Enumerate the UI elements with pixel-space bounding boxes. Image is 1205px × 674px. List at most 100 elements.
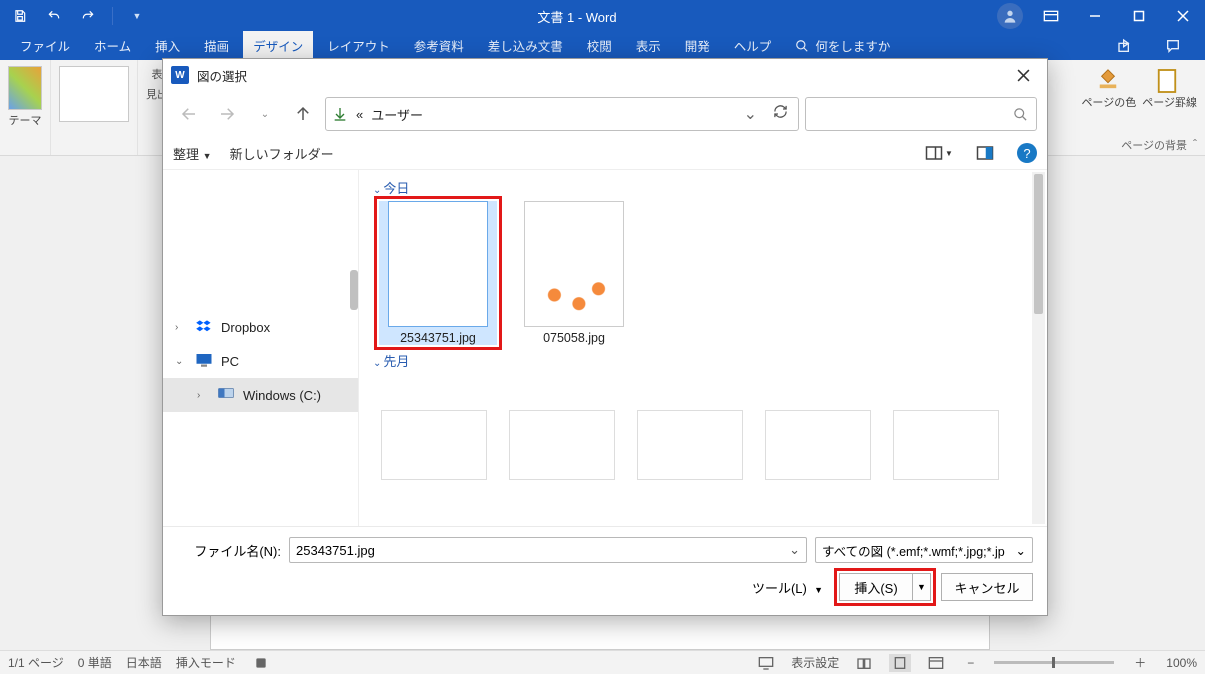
themes-button[interactable]: テーマ [8,66,42,128]
file-tile[interactable] [507,410,617,480]
breadcrumb-prefix: « [356,107,363,122]
file-thumb [509,410,615,480]
file-name: 075058.jpg [543,331,605,345]
style-set-gallery[interactable] [59,66,129,122]
read-mode-icon[interactable] [853,654,875,672]
share-icon[interactable] [1103,32,1147,60]
close-icon[interactable] [1161,0,1205,32]
collapse-ribbon-icon[interactable]: ˆ [1193,137,1197,151]
tab-developer[interactable]: 開発 [675,31,720,60]
status-mode[interactable]: 挿入モード [176,654,236,671]
tab-file[interactable]: ファイル [10,31,80,60]
file-type-filter[interactable]: すべての図 (*.emf;*.wmf;*.jpg;*.jp ⌄ [815,537,1033,563]
view-mode-icon[interactable]: ▼ [925,141,953,165]
file-tile-25343751[interactable]: 25343751.jpg [379,201,497,345]
display-settings-label[interactable]: 表示設定 [791,654,839,671]
organize-menu[interactable]: 整理 ▼ [173,144,212,163]
tree-scrollbar[interactable] [350,270,358,310]
zoom-slider[interactable] [994,661,1114,664]
page-color-button[interactable]: ページの色 [1081,68,1136,110]
dialog-title: 図の選択 [197,66,247,85]
file-tile-075058[interactable]: 075058.jpg [515,201,633,345]
tab-help[interactable]: ヘルプ [724,31,782,60]
save-icon[interactable] [6,2,34,30]
forward-icon[interactable] [211,98,243,130]
tree-label-pc: PC [221,354,239,369]
filename-label: ファイル名(N): [177,541,281,560]
file-name: 25343751.jpg [400,331,476,345]
new-folder-button[interactable]: 新しいフォルダー [230,144,334,163]
tab-review[interactable]: 校閲 [577,31,622,60]
back-icon[interactable] [173,98,205,130]
maximize-icon[interactable] [1117,0,1161,32]
tree-item-dropbox[interactable]: › Dropbox [163,310,358,344]
file-tile[interactable] [379,410,489,480]
address-bar[interactable]: « ユーザー ⌄ [325,97,799,131]
themes-label: テーマ [9,112,42,128]
minimize-icon[interactable] [1073,0,1117,32]
cancel-button[interactable]: キャンセル [941,573,1033,601]
tab-insert[interactable]: 挿入 [145,31,190,60]
tab-design[interactable]: デザイン [243,31,313,60]
tell-me-placeholder: 何をしますか [815,36,890,55]
tab-home[interactable]: ホーム [84,31,141,60]
tab-layout[interactable]: レイアウト [317,31,400,60]
tree-item-windows-c[interactable]: › Windows (C:) [163,378,358,412]
address-dropdown-icon[interactable]: ⌄ [740,104,761,124]
ribbon-group-caption: ページの背景 [1121,137,1187,153]
account-avatar[interactable] [997,3,1023,29]
tree-label-dropbox: Dropbox [221,320,270,335]
search-input[interactable] [805,97,1037,131]
file-tile[interactable] [763,410,873,480]
help-icon[interactable]: ? [1017,143,1037,163]
tab-view[interactable]: 表示 [626,31,671,60]
tree-label-drive: Windows (C:) [243,388,321,403]
page-borders-button[interactable]: ページ罫線 [1142,68,1197,110]
zoom-out-icon[interactable]: − [961,656,980,670]
macro-record-icon[interactable] [250,654,272,672]
status-words[interactable]: 0 単語 [78,654,112,671]
file-tile[interactable] [635,410,745,480]
search-icon [1013,107,1028,122]
file-tile[interactable] [891,410,1001,480]
display-settings-icon[interactable] [755,654,777,672]
file-list: ⌄今日 25343751.jpg 075058.jpg ⌄先月 [359,170,1047,526]
status-lang[interactable]: 日本語 [126,654,162,671]
qat-customize-icon[interactable]: ▼ [123,2,151,30]
word-app-icon: W [171,66,189,84]
web-layout-icon[interactable] [925,654,947,672]
up-icon[interactable] [287,98,319,130]
insert-picture-dialog: W 図の選択 ⌄ « ユーザー ⌄ 整 [162,58,1048,616]
breadcrumb-folder[interactable]: ユーザー [371,105,423,124]
word-titlebar: ▼ 文書 1 - Word [0,0,1205,32]
insert-button[interactable]: 挿入(S) ▼ [839,573,931,601]
zoom-in-icon[interactable]: ＋ [1128,654,1152,671]
dialog-close-icon[interactable] [1003,61,1043,89]
section-last-month[interactable]: ⌄先月 [373,351,1043,370]
insert-button-dropdown-icon[interactable]: ▼ [912,574,930,600]
dialog-nav: ⌄ « ユーザー ⌄ [163,91,1047,137]
status-bar: 1/1 ページ 0 単語 日本語 挿入モード 表示設定 − ＋ 100% [0,650,1205,674]
tree-item-pc[interactable]: ⌄ PC [163,344,358,378]
refresh-icon[interactable] [769,104,792,124]
zoom-value[interactable]: 100% [1166,656,1197,670]
status-page[interactable]: 1/1 ページ [8,654,64,671]
ribbon-display-options-icon[interactable] [1029,0,1073,32]
filename-field[interactable]: 25343751.jpg ⌄ [289,537,807,563]
ribbon-tabs: ファイル ホーム 挿入 描画 デザイン レイアウト 参考資料 差し込み文書 校閲… [0,32,1205,60]
filter-dropdown-icon[interactable]: ⌄ [1016,543,1026,558]
redo-icon[interactable] [74,2,102,30]
recent-locations-icon[interactable]: ⌄ [249,98,281,130]
filename-history-icon[interactable]: ⌄ [789,542,800,558]
tab-mailings[interactable]: 差し込み文書 [478,31,573,60]
window-title: 文書 1 - Word [157,7,997,26]
undo-icon[interactable] [40,2,68,30]
print-layout-icon[interactable] [889,654,911,672]
tab-draw[interactable]: 描画 [194,31,239,60]
section-today[interactable]: ⌄今日 [373,178,1043,197]
tab-references[interactable]: 参考資料 [404,31,474,60]
comments-icon[interactable] [1151,32,1195,60]
tell-me-search[interactable]: 何をしますか [785,31,900,60]
tools-menu[interactable]: ツール(L) ▼ [752,578,823,597]
preview-pane-icon[interactable] [971,141,999,165]
